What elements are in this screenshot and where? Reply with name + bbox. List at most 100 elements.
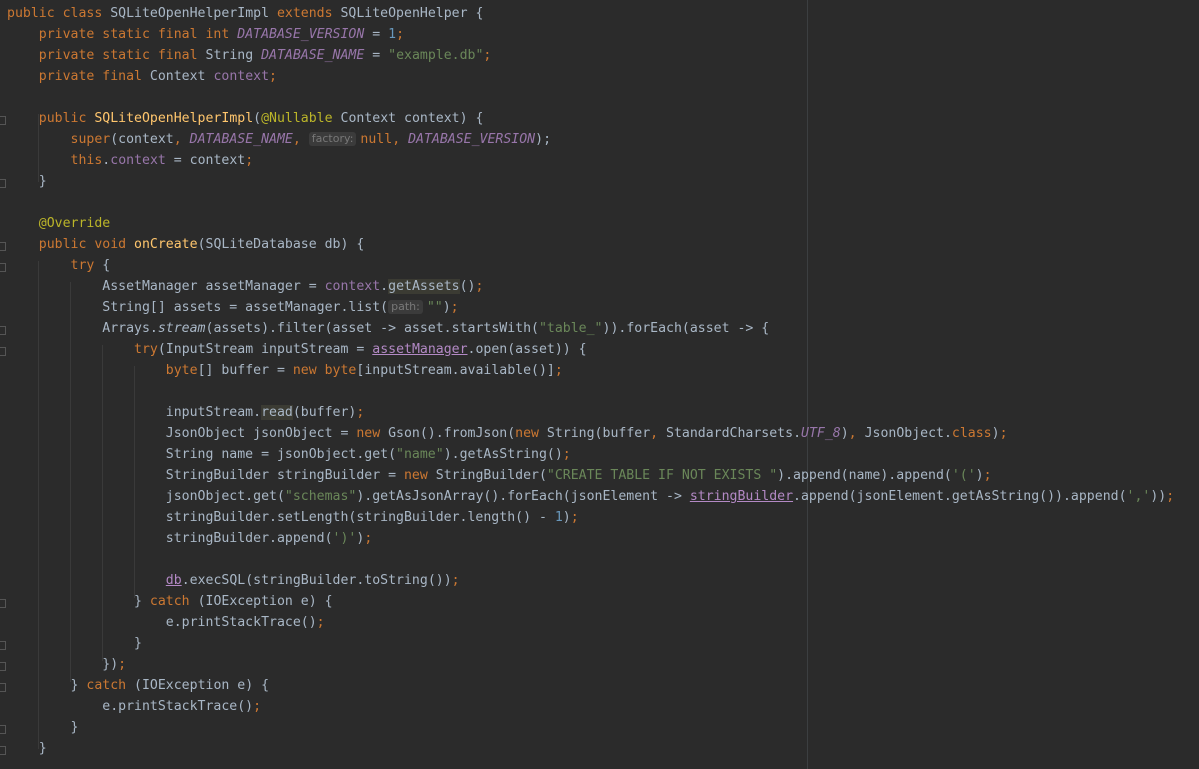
code-line[interactable] xyxy=(7,192,1174,213)
code-line[interactable] xyxy=(7,87,1174,108)
code-editor[interactable]: public class SQLiteOpenHelperImpl extend… xyxy=(0,0,1199,769)
code-token: e.printStackTrace() xyxy=(7,615,317,630)
fold-marker[interactable] xyxy=(0,326,6,335)
code-token: , xyxy=(848,426,865,441)
code-line[interactable]: inputStream.read(buffer); xyxy=(7,402,1174,423)
code-line[interactable]: stringBuilder.append(')'); xyxy=(7,528,1174,549)
code-token: ',' xyxy=(1126,489,1151,504)
code-line[interactable]: } xyxy=(7,717,1174,738)
code-line[interactable] xyxy=(7,549,1174,570)
parameter-hint: factory: xyxy=(308,132,357,146)
code-line[interactable]: byte[] buffer = new byte[inputStream.ava… xyxy=(7,360,1174,381)
code-token: { xyxy=(102,258,111,273)
code-token: ); xyxy=(535,132,552,147)
fold-marker[interactable] xyxy=(0,662,6,671)
code-line[interactable]: AssetManager assetManager = context.getA… xyxy=(7,276,1174,297)
code-line[interactable]: }); xyxy=(7,654,1174,675)
code-line[interactable]: super(context, DATABASE_NAME, factory: nu… xyxy=(7,129,1174,150)
code-token: UTF_8 xyxy=(801,426,841,441)
code-token: , xyxy=(173,132,190,147)
code-token: = xyxy=(364,27,389,42)
fold-marker[interactable] xyxy=(0,263,6,272)
code-line[interactable]: private static final String DATABASE_NAM… xyxy=(7,45,1174,66)
code-line[interactable]: Arrays.stream(assets).filter(asset -> as… xyxy=(7,318,1174,339)
code-token: StringBuilder stringBuilder = xyxy=(7,468,404,483)
fold-marker[interactable] xyxy=(0,641,6,650)
fold-marker[interactable] xyxy=(0,116,6,125)
code-token: jsonObject.get( xyxy=(7,489,285,504)
code-token: ; xyxy=(364,531,373,546)
code-token: @Override xyxy=(38,216,111,231)
code-token: )) xyxy=(1150,489,1167,504)
code-token: ).append(name).append( xyxy=(777,468,952,483)
code-token: [inputStream.available()] xyxy=(356,363,555,378)
code-token: extends xyxy=(276,6,341,21)
code-token: private final xyxy=(38,69,150,84)
fold-marker[interactable] xyxy=(0,683,6,692)
code-token: ; xyxy=(118,657,127,672)
fold-marker[interactable] xyxy=(0,347,6,356)
code-token: SQLiteOpenHelper { xyxy=(340,6,484,21)
code-token: )).forEach(asset -> { xyxy=(602,321,770,336)
code-line[interactable]: StringBuilder stringBuilder = new String… xyxy=(7,465,1174,486)
code-token: stringBuilder.setLength(stringBuilder.le… xyxy=(7,510,555,525)
code-token: ; xyxy=(269,69,277,84)
code-line[interactable]: try(InputStream inputStream = assetManag… xyxy=(7,339,1174,360)
code-line[interactable]: private final Context context; xyxy=(7,66,1174,87)
code-line[interactable]: @Override xyxy=(7,213,1174,234)
code-token: = context xyxy=(165,153,246,168)
code-token: } xyxy=(7,720,79,735)
code-token: (assets).filter(asset -> asset.startsWit… xyxy=(205,321,539,336)
code-line[interactable]: JsonObject jsonObject = new Gson().fromJ… xyxy=(7,423,1174,444)
code-line[interactable]: e.printStackTrace(); xyxy=(7,612,1174,633)
code-token: ; xyxy=(983,468,992,483)
code-line[interactable] xyxy=(7,381,1174,402)
code-token: (InputStream inputStream = xyxy=(157,342,373,357)
code-token: ; xyxy=(999,426,1008,441)
code-line[interactable]: } xyxy=(7,633,1174,654)
code-line[interactable]: try { xyxy=(7,255,1174,276)
code-token: try xyxy=(134,342,158,357)
code-line[interactable]: private static final int DATABASE_VERSIO… xyxy=(7,24,1174,45)
fold-marker[interactable] xyxy=(0,599,6,608)
code-line[interactable]: } catch (IOException e) { xyxy=(7,675,1174,696)
code-area[interactable]: public class SQLiteOpenHelperImpl extend… xyxy=(7,3,1174,759)
code-line[interactable]: String[] assets = assetManager.list(path… xyxy=(7,297,1174,318)
code-line[interactable]: } xyxy=(7,738,1174,759)
code-line[interactable]: public class SQLiteOpenHelperImpl extend… xyxy=(7,3,1174,24)
fold-marker[interactable] xyxy=(0,746,6,755)
code-line[interactable]: } catch (IOException e) { xyxy=(7,591,1174,612)
code-token: ; xyxy=(483,48,492,63)
code-line[interactable]: db.execSQL(stringBuilder.toString()); xyxy=(7,570,1174,591)
code-line[interactable]: String name = jsonObject.get("name").get… xyxy=(7,444,1174,465)
code-line[interactable]: public void onCreate(SQLiteDatabase db) … xyxy=(7,234,1174,255)
code-line[interactable]: this.context = context; xyxy=(7,150,1174,171)
code-token: ; xyxy=(253,699,262,714)
code-line[interactable]: public SQLiteOpenHelperImpl(@Nullable Co… xyxy=(7,108,1174,129)
code-token: (IOException e) { xyxy=(197,594,333,609)
code-token: (SQLiteDatabase db) { xyxy=(197,237,365,252)
code-token: new byte xyxy=(292,363,357,378)
fold-marker[interactable] xyxy=(0,725,6,734)
code-token: DATABASE_NAME xyxy=(189,132,293,147)
fold-marker[interactable] xyxy=(0,179,6,188)
code-token: 1 xyxy=(388,27,397,42)
code-token: private static final int xyxy=(38,27,238,42)
code-token: = xyxy=(364,48,389,63)
code-token: new xyxy=(356,426,389,441)
code-line[interactable]: } xyxy=(7,171,1174,192)
code-line[interactable]: e.printStackTrace(); xyxy=(7,696,1174,717)
code-token: context xyxy=(213,69,270,84)
code-token: ) xyxy=(562,510,571,525)
code-token: Gson().fromJson( xyxy=(388,426,516,441)
code-token: assetManager xyxy=(372,342,468,357)
code-line[interactable]: jsonObject.get("schemas").getAsJsonArray… xyxy=(7,486,1174,507)
code-token: .open(asset)) { xyxy=(467,342,587,357)
code-token: } xyxy=(7,678,87,693)
code-line[interactable]: stringBuilder.setLength(stringBuilder.le… xyxy=(7,507,1174,528)
fold-marker[interactable] xyxy=(0,242,6,251)
code-token: ; xyxy=(1166,489,1175,504)
code-token: catch xyxy=(149,594,198,609)
